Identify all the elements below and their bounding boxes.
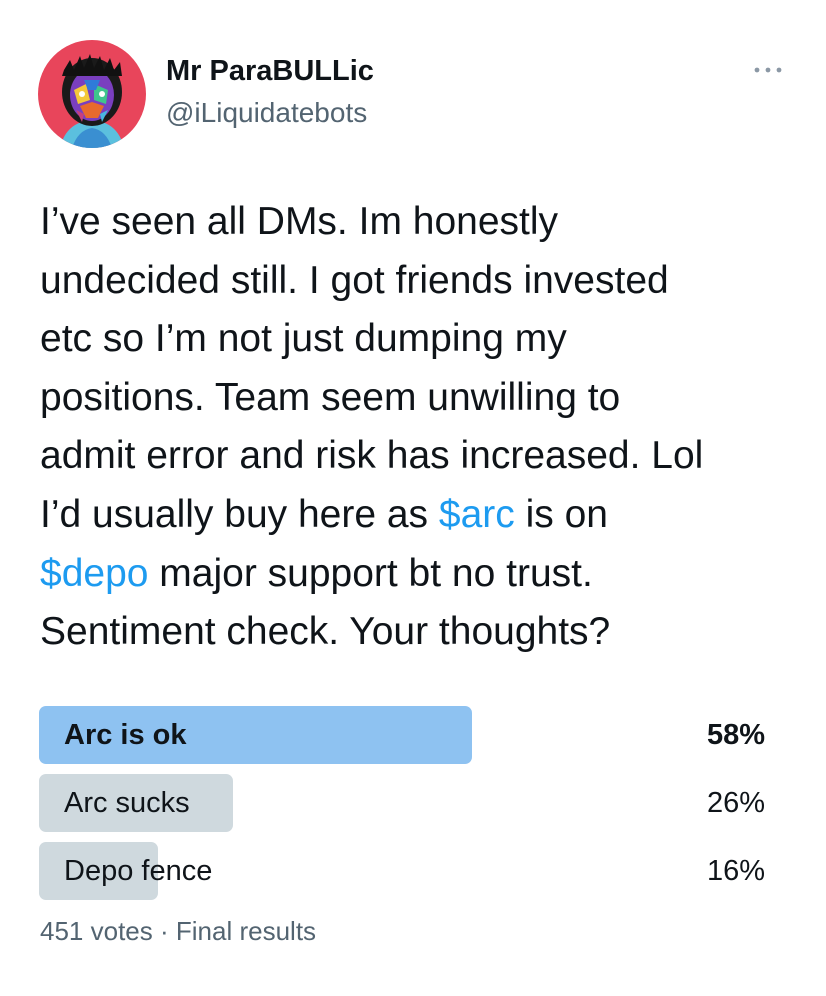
- poll-status: Final results: [175, 916, 317, 946]
- poll-option-label: Arc sucks: [64, 787, 190, 819]
- colorful-portrait-avatar-icon: [38, 40, 146, 148]
- poll-footer: 451 votes · Final results: [40, 916, 316, 947]
- poll-option-percent: 16%: [706, 855, 765, 887]
- tweet-line: I’d usually buy here as $arc is on: [40, 486, 800, 545]
- tweet-line: positions. Team seem unwilling to: [40, 375, 621, 419]
- tweet-line: undecided still. I got friends invested: [40, 258, 669, 302]
- author-handle[interactable]: @iLiquidatebots: [166, 97, 367, 129]
- poll-vote-count: 451 votes: [40, 916, 153, 946]
- poll-option-label: Arc is ok: [64, 719, 187, 751]
- poll-footer-separator: ·: [159, 916, 169, 946]
- poll-option-depo-fence[interactable]: Depo fence 16%: [39, 842, 765, 900]
- tweet-line: admit error and risk has increased. Lol: [40, 434, 704, 478]
- author-name[interactable]: Mr ParaBULLic: [166, 55, 374, 88]
- poll-option-percent: 26%: [706, 787, 765, 819]
- tweet-line: etc so I’m not just dumping my: [40, 317, 567, 361]
- tweet-line: $depo major support bt no trust.: [40, 545, 800, 604]
- more-horizontal-icon[interactable]: [752, 60, 784, 80]
- poll-option-arc-sucks[interactable]: Arc sucks 26%: [39, 774, 765, 832]
- cashtag-arc-link[interactable]: $arc: [439, 493, 515, 536]
- tweet-text-fragment: is on: [514, 492, 608, 536]
- poll-option-arc-is-ok[interactable]: Arc is ok 58%: [39, 706, 765, 764]
- cashtag-depo-link[interactable]: $depo: [40, 552, 148, 595]
- tweet-text-fragment: major support bt no trust.: [148, 551, 593, 595]
- tweet-text: I’ve seen all DMs. Im honestly undecided…: [40, 193, 800, 662]
- tweet-text-fragment: I’d usually buy here as: [40, 492, 439, 536]
- tweet-line: Sentiment check. Your thoughts?: [40, 610, 611, 654]
- avatar[interactable]: [38, 40, 146, 148]
- tweet-line: I’ve seen all DMs. Im honestly: [40, 200, 559, 243]
- poll-option-label: Depo fence: [64, 855, 213, 887]
- poll-option-percent: 58%: [706, 719, 765, 751]
